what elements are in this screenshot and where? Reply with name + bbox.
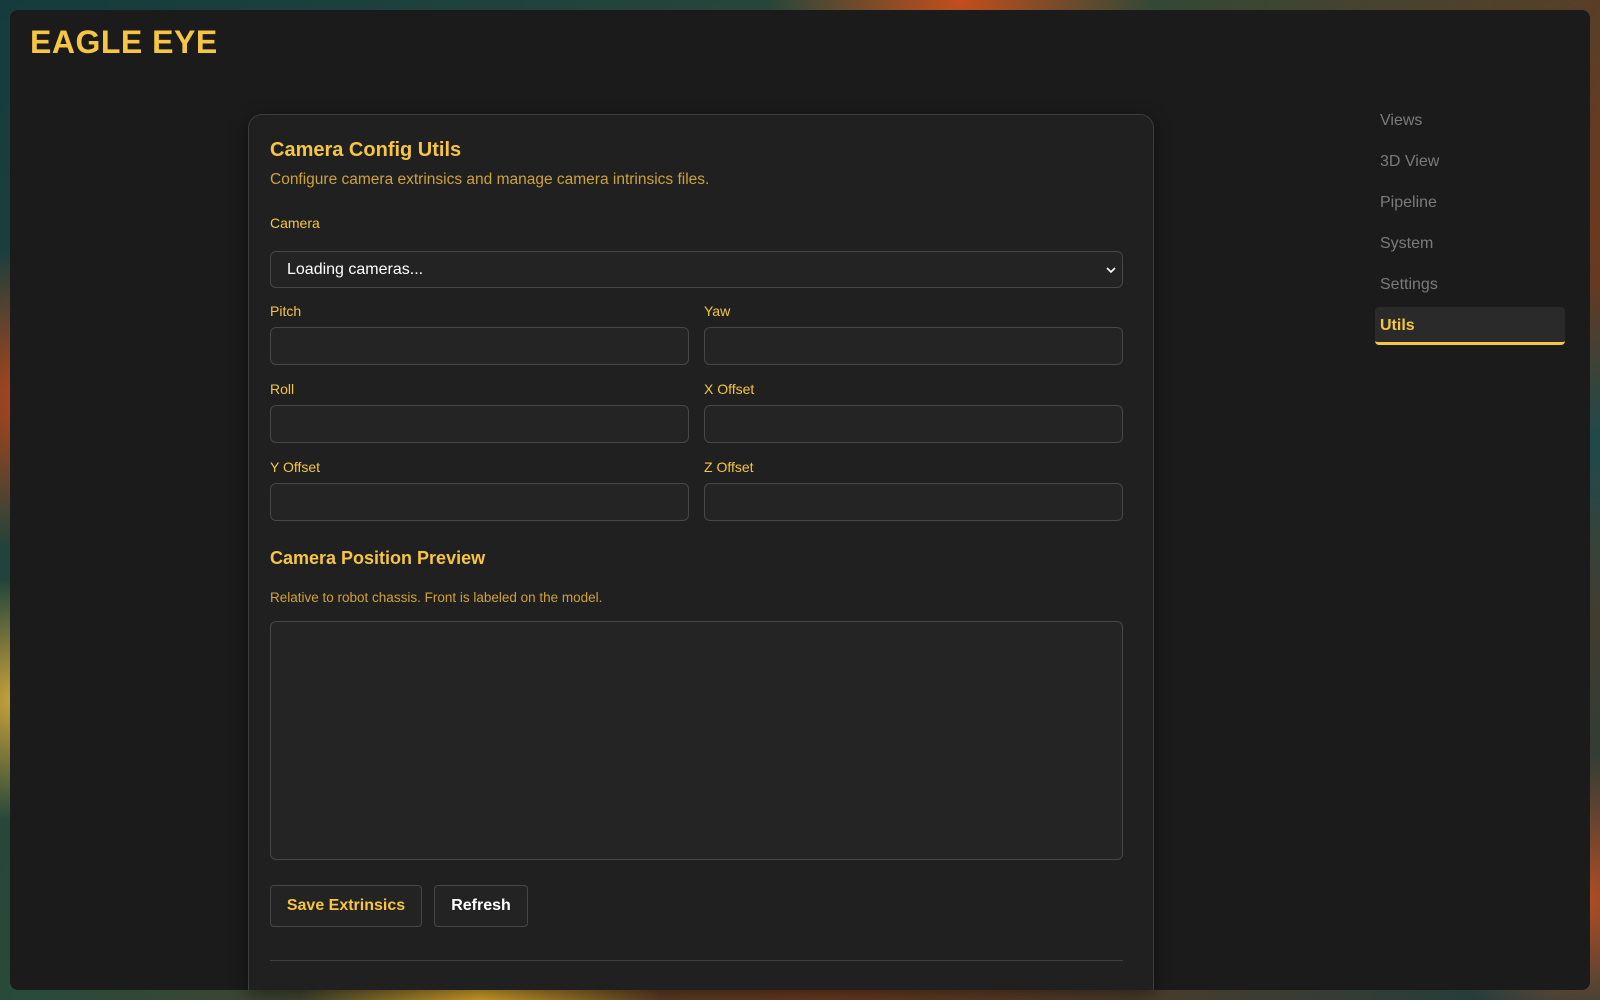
camera-config-panel: Camera Config Utils Configure camera ext… [248, 114, 1154, 990]
app-window: EAGLE EYE Views 3D View Pipeline System … [10, 10, 1590, 990]
panel-subtitle: Configure camera extrinsics and manage c… [270, 171, 710, 188]
pitch-label: Pitch [270, 303, 302, 319]
roll-label: Roll [270, 381, 295, 397]
camera-select-value: Loading cameras... [287, 261, 424, 278]
yaw-input[interactable] [704, 327, 1123, 365]
camera-position-preview[interactable] [270, 621, 1123, 860]
y-offset-input[interactable] [270, 483, 689, 521]
x-offset-label: X Offset [704, 381, 755, 397]
nav-item-3d-view[interactable]: 3D View [1375, 143, 1565, 181]
z-offset-label: Z Offset [704, 459, 754, 475]
save-extrinsics-button[interactable]: Save Extrinsics [270, 885, 422, 927]
y-offset-label: Y Offset [270, 459, 321, 475]
camera-select[interactable]: Loading cameras... [270, 251, 1123, 288]
nav-item-views[interactable]: Views [1375, 102, 1565, 140]
side-nav: Views 3D View Pipeline System Settings U… [1375, 102, 1565, 348]
z-offset-input[interactable] [704, 483, 1123, 521]
pitch-input[interactable] [270, 327, 689, 365]
roll-input[interactable] [270, 405, 689, 443]
nav-item-system[interactable]: System [1375, 225, 1565, 263]
chevron-down-icon [1106, 267, 1116, 274]
nav-item-pipeline[interactable]: Pipeline [1375, 184, 1565, 222]
refresh-button[interactable]: Refresh [434, 885, 528, 927]
app-title: EAGLE EYE [30, 24, 218, 60]
camera-label: Camera [270, 215, 320, 231]
preview-title: Camera Position Preview [270, 548, 486, 568]
section-divider [270, 960, 1123, 961]
panel-title: Camera Config Utils [270, 139, 462, 161]
preview-description: Relative to robot chassis. Front is labe… [270, 590, 603, 605]
nav-item-utils[interactable]: Utils [1375, 307, 1565, 345]
x-offset-input[interactable] [704, 405, 1123, 443]
nav-item-settings[interactable]: Settings [1375, 266, 1565, 304]
yaw-label: Yaw [704, 303, 731, 319]
